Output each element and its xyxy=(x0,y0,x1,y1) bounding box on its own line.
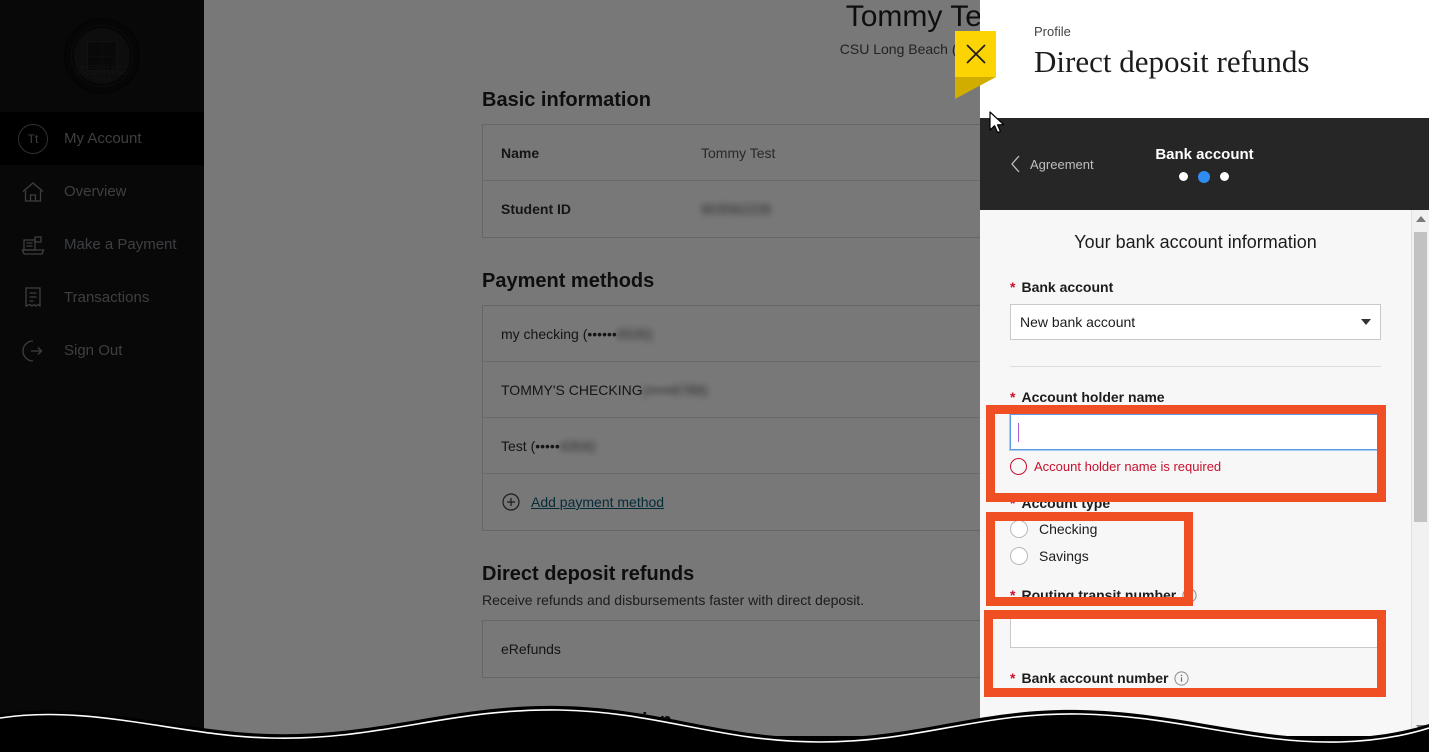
back-link-label: Agreement xyxy=(1030,156,1094,172)
step-dot-2-active[interactable] xyxy=(1198,170,1211,183)
account-type-option-label: Checking xyxy=(1039,521,1098,537)
step-dots xyxy=(1155,170,1253,183)
close-button[interactable] xyxy=(955,31,996,77)
info-icon[interactable] xyxy=(1182,587,1197,603)
routing-transit-number-input[interactable] xyxy=(1010,612,1381,648)
sidebar-item-label: My Account xyxy=(64,130,142,147)
account-holder-name-error-text: Account holder name is required xyxy=(1034,459,1222,474)
sidebar-item-label: Make a Payment xyxy=(64,236,177,253)
account-holder-name-error: Account holder name is required xyxy=(1010,458,1381,475)
sidebar-item-make-a-payment[interactable]: Make a Payment xyxy=(0,218,204,271)
form-title: Your bank account information xyxy=(1074,232,1317,252)
sidebar-item-sign-out[interactable]: Sign Out xyxy=(0,324,204,377)
back-to-agreement-button[interactable]: Agreement xyxy=(1010,155,1094,173)
required-marker: * xyxy=(1010,587,1016,603)
sidebar-item-my-account[interactable]: Tt My Account xyxy=(0,112,204,165)
account-type-option-savings[interactable]: Savings xyxy=(1010,547,1381,565)
text-cursor xyxy=(1018,423,1019,442)
row-key: Student ID xyxy=(501,201,571,217)
modal-header: Profile Direct deposit refunds xyxy=(980,0,1429,118)
error-icon xyxy=(1010,458,1027,475)
bank-account-selected-value: New bank account xyxy=(1020,314,1136,330)
row-value: Tommy Test xyxy=(701,144,776,161)
receipt-icon xyxy=(16,281,50,315)
sidebar-item-label: Sign Out xyxy=(64,342,123,359)
divider xyxy=(1010,366,1381,367)
sidebar: CALIFORNIA STATE UNIVERSITY LONG BEACH T… xyxy=(0,0,204,736)
row-key: Name xyxy=(501,144,540,161)
sidebar-item-label: Overview xyxy=(64,183,127,200)
chevron-left-icon xyxy=(1010,155,1021,173)
close-icon xyxy=(965,44,986,64)
routing-transit-number-label: * Routing transit number xyxy=(1010,587,1381,603)
bank-account-label: * Bank account xyxy=(1010,279,1381,295)
plus-circle-icon xyxy=(501,492,521,512)
sidebar-item-transactions[interactable]: Transactions xyxy=(0,271,204,324)
scroll-up-arrow-icon[interactable] xyxy=(1412,210,1429,227)
avatar-initials: Tt xyxy=(18,123,48,154)
add-payment-method-label: Add payment method xyxy=(531,494,665,510)
bank-account-select[interactable]: New bank account xyxy=(1010,304,1381,340)
step-title: Bank account xyxy=(1155,145,1254,163)
step-indicator: Bank account xyxy=(1155,145,1254,183)
modal-step-nav: Agreement Bank account xyxy=(980,118,1429,210)
torn-edge-decoration xyxy=(0,705,1429,752)
modal-body: Your bank account information * Bank acc… xyxy=(980,210,1429,736)
step-dot-1[interactable] xyxy=(1179,171,1189,181)
required-marker: * xyxy=(1010,389,1016,405)
seal-text: CALIFORNIA STATE UNIVERSITY LONG BEACH xyxy=(75,65,129,83)
sidebar-item-overview[interactable]: Overview xyxy=(0,165,204,218)
avatar-icon: Tt xyxy=(16,122,50,156)
screen: CALIFORNIA STATE UNIVERSITY LONG BEACH T… xyxy=(0,0,1429,752)
account-type-option-label: Savings xyxy=(1039,548,1089,564)
sidebar-item-label: Transactions xyxy=(64,289,150,306)
bank-account-label-text: Bank account xyxy=(1021,279,1114,295)
account-type-label: * Account type xyxy=(1010,495,1381,511)
payment-method-masked: 4304) xyxy=(559,437,596,454)
scrollbar-thumb[interactable] xyxy=(1414,232,1427,522)
erefunds-label: eRefunds xyxy=(501,641,561,657)
payment-method-label: my checking (•••••• xyxy=(501,325,617,342)
required-marker: * xyxy=(1010,279,1016,295)
add-payment-method-link[interactable]: Add payment method xyxy=(501,492,664,512)
payment-method-label: Test (••••• xyxy=(501,437,560,454)
payment-method-label: TOMMY'S CHECKING xyxy=(501,381,643,398)
payment-method-masked: (•••••6789) xyxy=(642,381,708,398)
university-seal-icon: CALIFORNIA STATE UNIVERSITY LONG BEACH xyxy=(64,18,140,94)
step-dot-3[interactable] xyxy=(1220,171,1230,181)
modal-eyebrow: Profile xyxy=(1034,24,1071,39)
account-holder-name-label-text: Account holder name xyxy=(1021,389,1165,405)
modal-scrollbar[interactable] xyxy=(1411,210,1429,736)
routing-transit-number-label-text: Routing transit number xyxy=(1021,587,1177,603)
sign-out-icon xyxy=(16,334,50,368)
account-holder-name-label: * Account holder name xyxy=(1010,389,1381,405)
radio-icon[interactable] xyxy=(1010,520,1028,538)
required-marker: * xyxy=(1010,495,1016,511)
radio-icon[interactable] xyxy=(1010,547,1028,565)
chevron-down-icon xyxy=(1361,319,1371,325)
row-value: 903562226 xyxy=(701,201,772,217)
register-icon xyxy=(16,228,50,262)
home-icon xyxy=(16,175,50,209)
payment-method-masked: 6535) xyxy=(616,325,653,342)
account-holder-name-input[interactable] xyxy=(1009,413,1382,451)
sidebar-logo: CALIFORNIA STATE UNIVERSITY LONG BEACH xyxy=(0,0,204,112)
mouse-cursor xyxy=(989,111,1005,134)
modal-title: Direct deposit refunds xyxy=(1034,44,1310,79)
account-type-label-text: Account type xyxy=(1021,495,1111,511)
bank-account-form: Your bank account information * Bank acc… xyxy=(980,210,1411,736)
account-type-option-checking[interactable]: Checking xyxy=(1010,520,1381,538)
direct-deposit-modal: Profile Direct deposit refunds Agreement… xyxy=(980,0,1429,736)
